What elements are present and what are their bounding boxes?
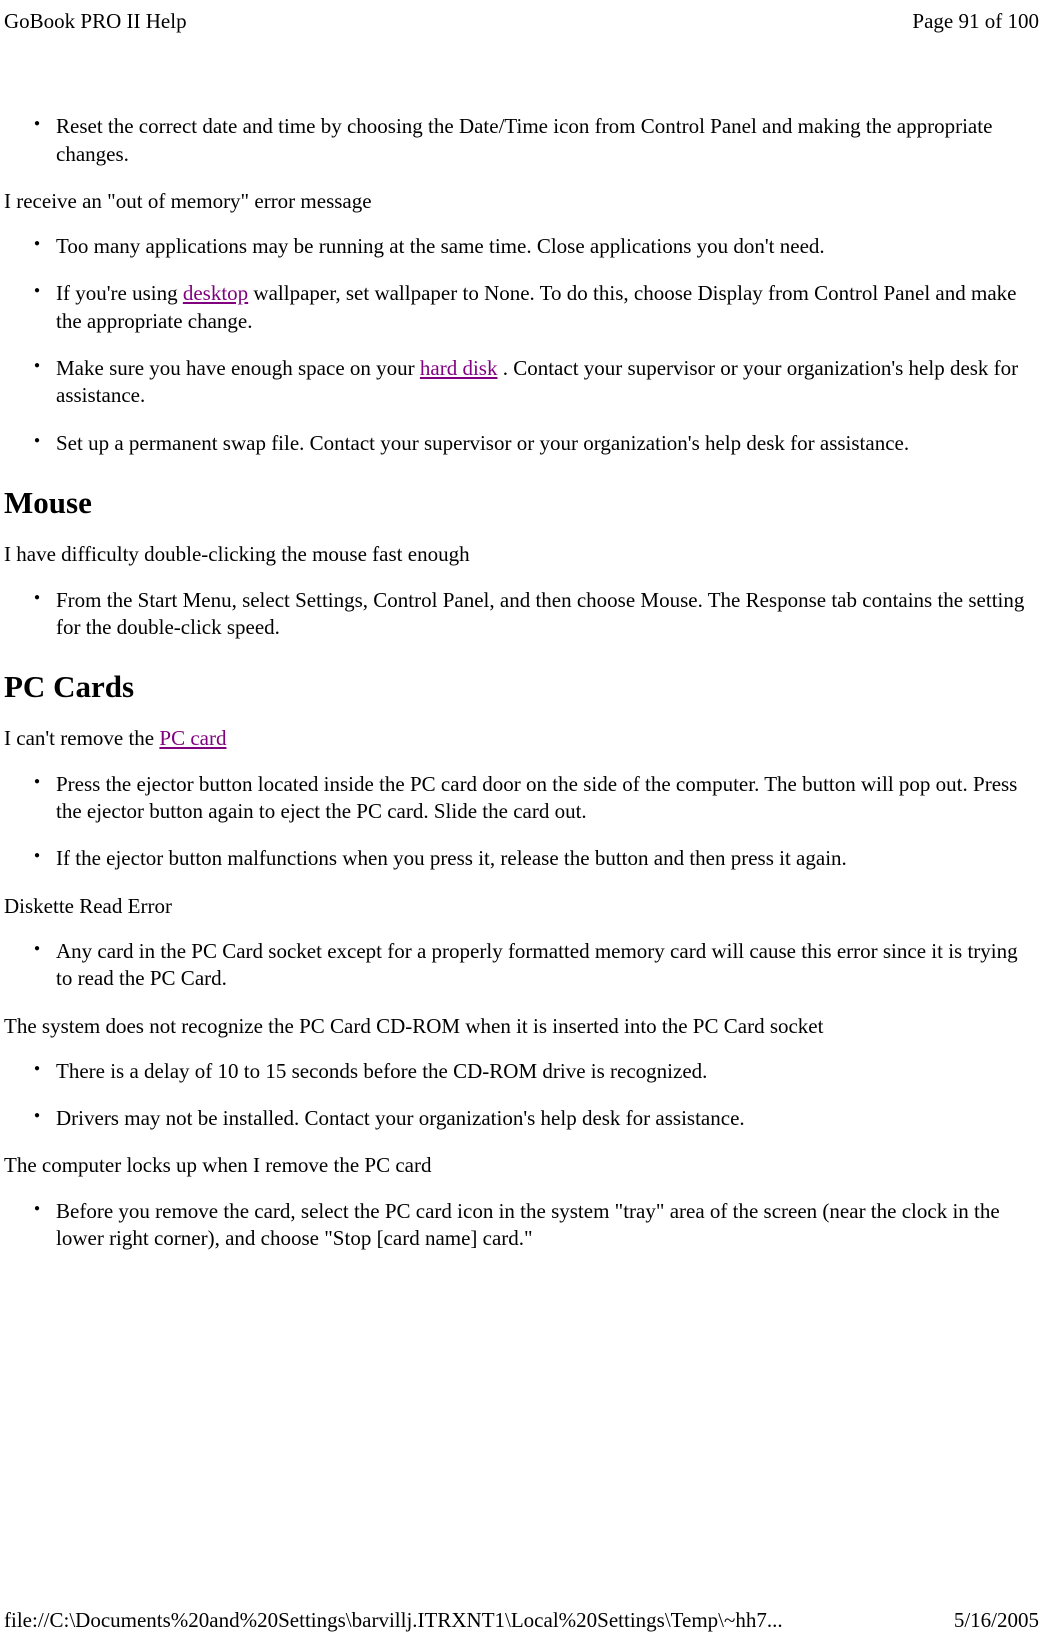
list-item: There is a delay of 10 to 15 seconds bef…: [56, 1058, 1039, 1085]
list-item: If you're using desktop wallpaper, set w…: [56, 280, 1039, 335]
list-item: Press the ejector button located inside …: [56, 771, 1039, 826]
section-heading: PC Cards: [4, 667, 1039, 707]
bullet-list: Before you remove the card, select the P…: [4, 1198, 1039, 1253]
list-item: Set up a permanent swap file. Contact yo…: [56, 430, 1039, 457]
page-number: Page 91 of 100: [912, 8, 1039, 35]
body-paragraph: I have difficulty double-clicking the mo…: [4, 541, 1039, 568]
list-item: Reset the correct date and time by choos…: [56, 113, 1039, 168]
list-item: Make sure you have enough space on your …: [56, 355, 1039, 410]
list-item: From the Start Menu, select Settings, Co…: [56, 587, 1039, 642]
link[interactable]: hard disk: [420, 356, 498, 380]
link[interactable]: desktop: [183, 281, 248, 305]
document-title: GoBook PRO II Help: [4, 8, 187, 35]
body-paragraph: I receive an "out of memory" error messa…: [4, 188, 1039, 215]
list-item: If the ejector button malfunctions when …: [56, 845, 1039, 872]
bullet-list: From the Start Menu, select Settings, Co…: [4, 587, 1039, 642]
footer-date: 5/16/2005: [954, 1607, 1039, 1634]
body-paragraph: Diskette Read Error: [4, 893, 1039, 920]
list-item: Drivers may not be installed. Contact yo…: [56, 1105, 1039, 1132]
bullet-list: There is a delay of 10 to 15 seconds bef…: [4, 1058, 1039, 1133]
bullet-list: Too many applications may be running at …: [4, 233, 1039, 457]
document-content: Reset the correct date and time by choos…: [0, 35, 1049, 1252]
body-paragraph: The system does not recognize the PC Car…: [4, 1013, 1039, 1040]
list-item: Too many applications may be running at …: [56, 233, 1039, 260]
file-path: file://C:\Documents%20and%20Settings\bar…: [4, 1607, 783, 1634]
section-heading: Mouse: [4, 483, 1039, 523]
list-item: Any card in the PC Card socket except fo…: [56, 938, 1039, 993]
bullet-list: Any card in the PC Card socket except fo…: [4, 938, 1039, 993]
link[interactable]: PC card: [159, 726, 226, 750]
bullet-list: Press the ejector button located inside …: [4, 771, 1039, 873]
bullet-list: Reset the correct date and time by choos…: [4, 113, 1039, 168]
page-header: GoBook PRO II Help Page 91 of 100: [0, 0, 1049, 35]
page-footer: file://C:\Documents%20and%20Settings\bar…: [4, 1607, 1039, 1634]
body-paragraph: I can't remove the PC card: [4, 725, 1039, 752]
body-paragraph: The computer locks up when I remove the …: [4, 1152, 1039, 1179]
list-item: Before you remove the card, select the P…: [56, 1198, 1039, 1253]
